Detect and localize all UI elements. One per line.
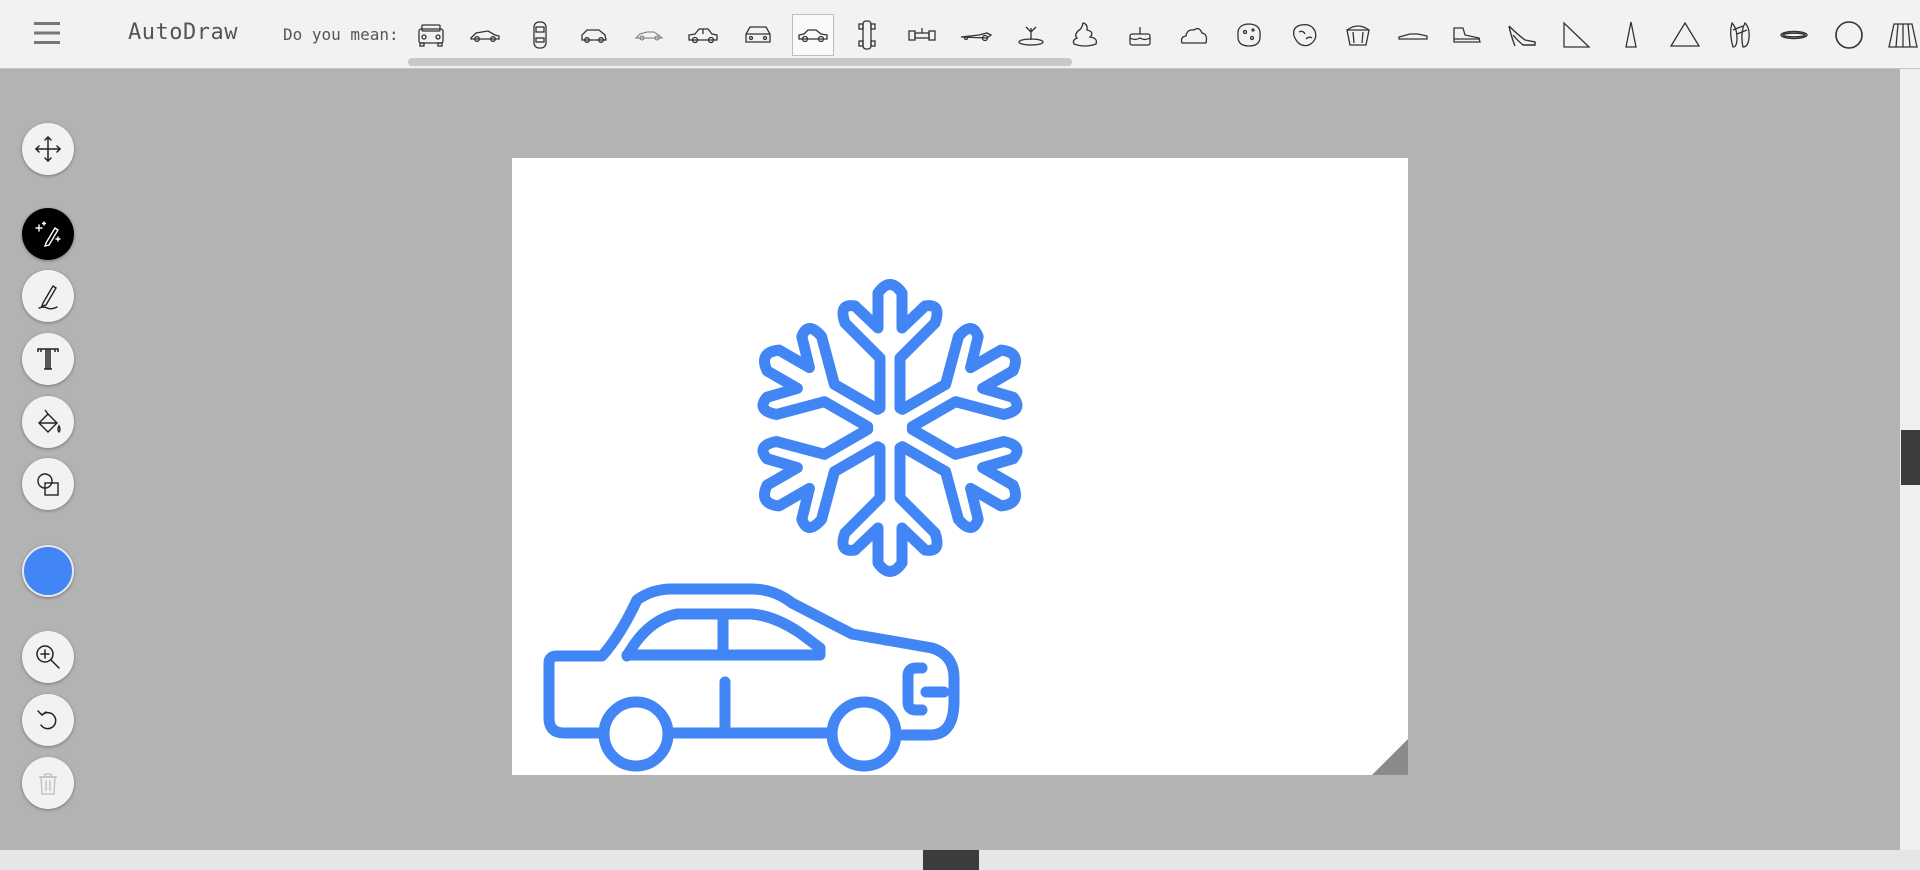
text-t-icon <box>37 348 59 370</box>
hamburger-menu-icon[interactable] <box>32 18 62 48</box>
sneaker-icon <box>1398 33 1428 40</box>
ring-icon <box>1780 30 1808 40</box>
circle-icon <box>1835 21 1863 49</box>
sedan-side-icon <box>798 29 828 43</box>
drawing-canvas[interactable] <box>512 158 1408 775</box>
right-triangle-icon <box>1563 21 1591 48</box>
suggestion-cupcake[interactable] <box>1337 14 1379 56</box>
suggestion-sedan[interactable] <box>682 14 724 56</box>
triangle-icon <box>1669 21 1701 47</box>
swirl-icon <box>1072 22 1098 47</box>
race-car-top-icon <box>858 20 876 50</box>
color-picker[interactable] <box>22 545 74 597</box>
narrow-triangle-icon <box>1625 21 1637 48</box>
shapes-icon <box>37 473 59 496</box>
suggestion-dragster[interactable] <box>955 14 997 56</box>
suggestion-ballet-shoes[interactable] <box>1719 14 1761 56</box>
pencil-icon <box>38 285 58 310</box>
suggestion-race-car-top[interactable] <box>846 14 888 56</box>
suggestions-strip <box>410 13 1920 57</box>
suggestion-triangle[interactable] <box>1664 14 1706 56</box>
cloud-icon <box>1180 27 1208 44</box>
trash-icon <box>39 773 57 795</box>
top-bar: AutoDraw Do you mean: <box>0 0 1920 69</box>
suggestion-formula-car[interactable] <box>901 14 943 56</box>
suggestion-high-heel[interactable] <box>1501 14 1543 56</box>
suggestion-boot[interactable] <box>1446 14 1488 56</box>
suggestion-narrow-triangle[interactable] <box>1610 14 1652 56</box>
skirt-icon <box>1888 23 1918 48</box>
canvas-resize-handle[interactable] <box>1372 739 1408 775</box>
high-heel-icon <box>1508 25 1536 47</box>
suggestion-ring[interactable] <box>1773 14 1815 56</box>
horizontal-scrollbar-thumb[interactable] <box>923 850 979 870</box>
suggestion-suv-front[interactable] <box>410 14 452 56</box>
suggestion-cake[interactable] <box>1119 14 1161 56</box>
move-tool[interactable] <box>22 123 74 175</box>
suggestion-outline-car[interactable] <box>628 14 670 56</box>
delete-tool[interactable] <box>22 757 74 809</box>
dragster-icon <box>960 32 993 42</box>
cookie-icon <box>1237 23 1261 47</box>
ballet-shoes-icon <box>1730 21 1750 48</box>
suggestion-cookie[interactable] <box>1228 14 1270 56</box>
autodraw-tool[interactable] <box>22 208 74 260</box>
suggestion-sneaker[interactable] <box>1392 14 1434 56</box>
sparkle-pencil-icon <box>35 221 61 247</box>
car-drawing[interactable] <box>543 583 960 772</box>
draw-tool[interactable] <box>22 270 74 322</box>
suggestion-brain[interactable] <box>1283 14 1325 56</box>
suggestion-right-triangle[interactable] <box>1555 14 1597 56</box>
suggestion-circle[interactable] <box>1828 14 1870 56</box>
undo-icon <box>37 710 57 730</box>
move-arrows-icon <box>34 135 62 163</box>
app-title: AutoDraw <box>128 20 238 45</box>
suggestion-car-top-view[interactable] <box>519 14 561 56</box>
shape-tool[interactable] <box>22 458 74 510</box>
suggestions-label: Do you mean: <box>283 25 399 44</box>
sports-car-icon <box>470 30 500 42</box>
zoom-tool[interactable] <box>22 631 74 683</box>
small-car-icon <box>581 29 607 43</box>
sedan-icon <box>688 28 718 44</box>
suggestion-sedan-side[interactable] <box>792 14 834 56</box>
brain-icon <box>1293 23 1317 47</box>
suggestions-scrollbar[interactable] <box>408 58 1072 66</box>
cake-icon <box>1129 27 1151 46</box>
outline-car-icon <box>634 31 664 41</box>
formula-car-icon <box>908 28 936 41</box>
type-tool[interactable] <box>22 333 74 385</box>
undo-tool[interactable] <box>22 694 74 746</box>
boot-icon <box>1453 27 1481 43</box>
cupcake-icon <box>1346 25 1370 46</box>
suggestion-car-front[interactable] <box>737 14 779 56</box>
vertical-scrollbar-thumb[interactable] <box>1901 430 1920 485</box>
suggestion-skirt[interactable] <box>1882 14 1920 56</box>
suggestion-small-car[interactable] <box>573 14 615 56</box>
plant-pot-icon <box>1018 26 1044 46</box>
suggestion-plant-pot[interactable] <box>1010 14 1052 56</box>
paint-bucket-icon <box>38 409 61 433</box>
suggestion-swirl[interactable] <box>1064 14 1106 56</box>
fill-tool[interactable] <box>22 396 74 448</box>
car-front-icon <box>745 26 771 43</box>
car-top-view-icon <box>533 21 547 49</box>
suv-front-icon <box>418 24 444 47</box>
suggestion-cloud[interactable] <box>1173 14 1215 56</box>
suggestion-sports-car[interactable] <box>464 14 506 56</box>
snowflake-drawing[interactable] <box>742 279 1038 577</box>
zoom-in-icon <box>36 645 60 669</box>
